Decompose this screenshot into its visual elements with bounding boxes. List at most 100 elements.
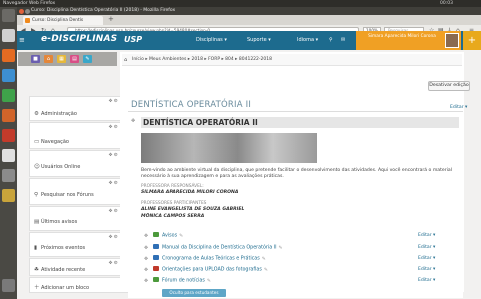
- section-banner-image: [141, 133, 317, 163]
- activity-edit-menu[interactable]: Editar ▾: [418, 245, 435, 250]
- block-ultimos-avisos: ✥ ⚙ ⌄ ▤ Últimos avisos: [29, 206, 128, 231]
- activity-link[interactable]: Cronograma de Aulas Teóricas e Práticas: [162, 257, 260, 262]
- notifications-icon[interactable]: ✉: [341, 37, 345, 43]
- toggle-edit-button[interactable]: Desativar edição: [428, 81, 470, 91]
- block-pesquisar-foruns: ✥ ⚙ ⌄ ⚲ Pesquisar nos Fóruns: [29, 178, 128, 205]
- page-edit-menu[interactable]: Editar ▾: [450, 105, 467, 110]
- launcher-software-icon[interactable]: [2, 129, 15, 142]
- site-header: ≡ e-DISCIPLINAS USP Disciplinas ▾ Suport…: [17, 31, 481, 50]
- move-icon[interactable]: ✥: [144, 267, 153, 275]
- move-icon[interactable]: ✥: [144, 233, 153, 241]
- hamburger-icon[interactable]: ≡: [19, 36, 25, 44]
- minimize-window-icon[interactable]: [25, 8, 30, 14]
- home-icon[interactable]: ⌂: [44, 55, 53, 63]
- participants-label: PROFESSORES PARTICIPANTES: [141, 201, 207, 206]
- block-usuarios-online: ✥ ⚙ ⌄ ☺Usuários Online: [29, 150, 128, 177]
- add-icon: ＋: [34, 285, 40, 291]
- launcher-settings-icon[interactable]: [2, 149, 15, 162]
- activity-link[interactable]: Orientações para UPLOAD das fotografias: [162, 268, 262, 273]
- files-icon[interactable]: ▤: [70, 55, 79, 63]
- launcher-firefox-icon[interactable]: [2, 49, 15, 62]
- favicon-icon: [25, 18, 30, 23]
- block-title-eventos[interactable]: ▮ Próximos eventos: [34, 245, 85, 251]
- sidebar-header: ■ ⌂ ▦ ▤ ✎: [18, 52, 117, 66]
- activity-link[interactable]: Avisos: [162, 234, 177, 239]
- edit-title-icon[interactable]: ✎: [264, 268, 268, 273]
- launcher-home-icon[interactable]: [2, 9, 15, 22]
- activity-edit-menu[interactable]: Editar ▾: [418, 256, 435, 261]
- launcher-app2-icon[interactable]: [2, 189, 15, 202]
- menu-idioma[interactable]: Idioma ▾: [297, 36, 318, 44]
- activity-type-icon: [153, 277, 159, 282]
- activity-edit-menu[interactable]: Editar ▾: [418, 278, 435, 283]
- os-app-title: Navegador Web Firefox: [3, 1, 56, 6]
- block-title-avisos[interactable]: ▤ Últimos avisos: [34, 219, 77, 225]
- block-title-atividade[interactable]: ☘ Atividade recente: [34, 267, 85, 273]
- activity-type-icon: [153, 255, 159, 260]
- home-icon[interactable]: ⌂: [124, 57, 127, 63]
- move-icon[interactable]: ✥: [144, 245, 153, 253]
- search-icon: ⚲: [34, 192, 39, 198]
- participant-2: MÔNICA CAMPOS SERRA: [141, 214, 205, 219]
- block-title-usuarios[interactable]: ☺Usuários Online: [34, 164, 80, 170]
- block-label: Próximos eventos: [41, 245, 86, 251]
- window-title: Curso: Disciplina Dentística Operatória …: [31, 8, 176, 13]
- calendar-icon[interactable]: ▦: [57, 55, 66, 63]
- activity-edit-menu[interactable]: Editar ▾: [418, 233, 435, 238]
- activity-link[interactable]: Manual da Disciplina de Dentística Opera…: [162, 246, 277, 251]
- site-logo[interactable]: e-DISCIPLINAS: [41, 34, 117, 44]
- new-tab-icon[interactable]: +: [108, 15, 114, 23]
- move-section-icon[interactable]: ✥: [131, 118, 135, 124]
- block-label: Últimos avisos: [41, 219, 78, 225]
- block-label: Adicionar um bloco: [41, 285, 90, 291]
- launcher-trash-icon[interactable]: [2, 279, 15, 292]
- launcher-writer-icon[interactable]: [2, 69, 15, 82]
- block-title-administracao[interactable]: ⚙ Administração: [34, 111, 77, 117]
- calendar-icon: ▮: [34, 245, 38, 251]
- menu-suporte[interactable]: Suporte ▾: [247, 36, 271, 44]
- move-icon[interactable]: ✥: [144, 278, 153, 286]
- close-window-icon[interactable]: [19, 8, 24, 14]
- os-top-bar: Navegador Web Firefox 00:03: [0, 0, 481, 7]
- section-description: Bem-vindo ao ambiente virtual da discipl…: [141, 168, 453, 173]
- launcher-impress-icon[interactable]: [2, 109, 15, 122]
- launcher-calc-icon[interactable]: [2, 89, 15, 102]
- launcher: [0, 7, 17, 299]
- block-adicionar-bloco: ＋Adicionar um bloco: [29, 277, 128, 293]
- block-proximos-eventos: ✥ ⚙ ⌄ ▮ Próximos eventos: [29, 232, 128, 257]
- activity-row: ✥ Orientações para UPLOAD das fotografias…: [144, 266, 268, 274]
- activity-edit-menu[interactable]: Editar ▾: [418, 267, 435, 272]
- participant-1: ALINE EVANGELISTA DE SOUZA GABRIEL: [141, 207, 245, 212]
- edit-title-icon[interactable]: ✎: [179, 234, 183, 239]
- window-title-bar: Curso: Disciplina Dentística Operatória …: [17, 7, 481, 15]
- activity-link[interactable]: Fórum de notícias: [162, 279, 205, 284]
- block-label: Usuários Online: [41, 164, 81, 170]
- search-icon[interactable]: ⚲: [329, 37, 333, 43]
- os-clock: 00:03: [440, 1, 453, 6]
- responsible-label: PROFESSORA RESPONSÁVEL:: [141, 184, 204, 189]
- breadcrumb[interactable]: Início ▸ Meus Ambientes ▸ 2018 ▸ FORP ▸ …: [122, 54, 462, 66]
- gear-icon: ⚙: [34, 111, 39, 117]
- launcher-app-icon[interactable]: [2, 169, 15, 182]
- edit-title-icon[interactable]: ✎: [207, 279, 211, 284]
- tools-icon[interactable]: ✎: [83, 55, 92, 63]
- menu-disciplinas[interactable]: Disciplinas ▾: [196, 36, 227, 44]
- launcher-files-icon[interactable]: [2, 29, 15, 42]
- block-label: Pesquisar nos Fóruns: [41, 192, 94, 198]
- avatar[interactable]: [445, 33, 459, 48]
- document-icon: ▭: [34, 139, 40, 145]
- hidden-badge: Oculto para estudantes: [162, 289, 226, 297]
- activity-type-icon: [153, 244, 159, 249]
- block-title-adicionar[interactable]: ＋Adicionar um bloco: [34, 283, 89, 291]
- usp-logo: USP: [124, 35, 143, 44]
- block-title-pesquisar[interactable]: ⚲ Pesquisar nos Fóruns: [34, 192, 94, 198]
- browser-tab[interactable]: Curso: Disciplina Dentís: [23, 16, 103, 25]
- edit-title-icon[interactable]: ✎: [262, 257, 266, 262]
- add-icon[interactable]: +: [463, 31, 481, 50]
- edit-title-icon[interactable]: ✎: [279, 246, 283, 251]
- move-icon[interactable]: ✥: [144, 256, 153, 264]
- responsible-name: SILMARA APARECIDA MILORI CORONA: [141, 190, 239, 195]
- block-title-navegacao[interactable]: ▭ Navegação: [34, 139, 69, 145]
- block-label: Atividade recente: [41, 267, 86, 273]
- course-icon[interactable]: ■: [31, 55, 40, 63]
